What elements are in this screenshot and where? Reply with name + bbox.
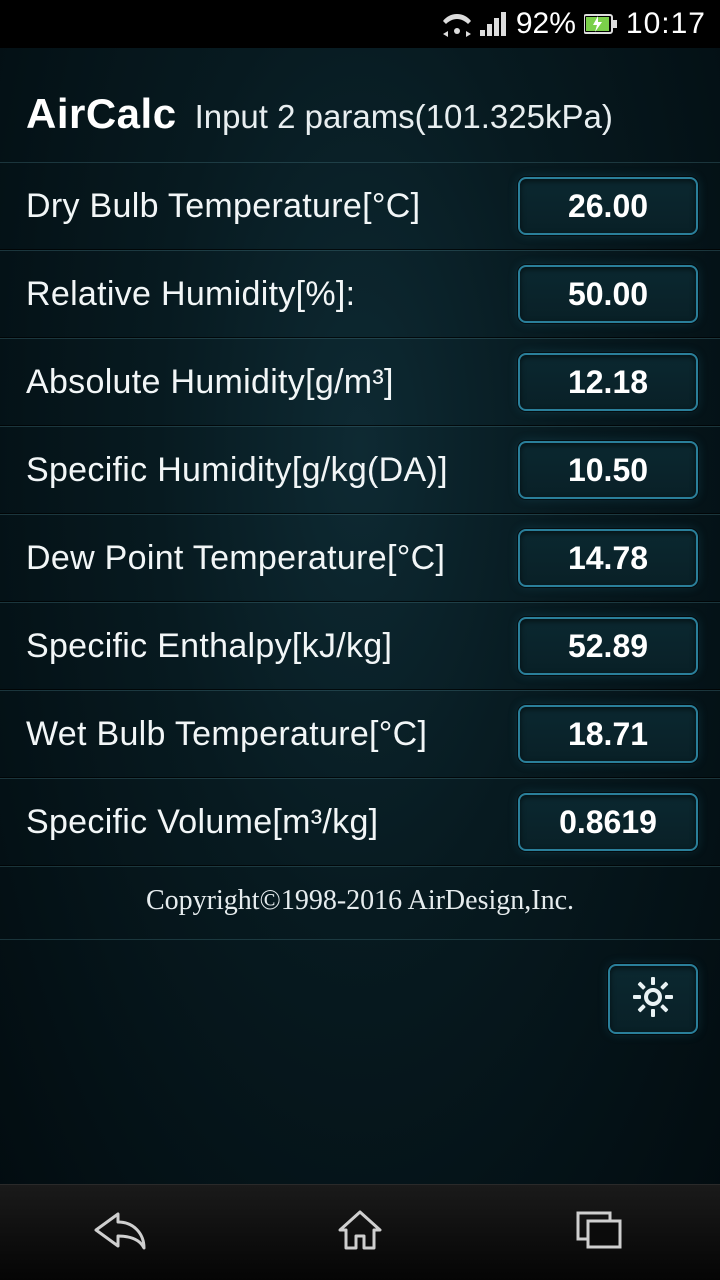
gear-icon xyxy=(631,975,675,1024)
recent-apps-icon xyxy=(574,1209,626,1256)
param-list: Dry Bulb Temperature[°C] 26.00 Relative … xyxy=(0,162,720,866)
row-label: Relative Humidity[%]: xyxy=(26,275,355,314)
back-icon xyxy=(88,1210,152,1255)
row-relative-humidity: Relative Humidity[%]: 50.00 xyxy=(0,250,720,338)
row-label: Specific Volume[m³/kg] xyxy=(26,803,378,842)
row-specific-enthalpy: Specific Enthalpy[kJ/kg] 52.89 xyxy=(0,602,720,690)
value-button-specific-enthalpy[interactable]: 52.89 xyxy=(518,617,698,675)
settings-row xyxy=(0,940,720,1034)
app-title: AirCalc xyxy=(26,90,177,138)
nav-bar xyxy=(0,1184,720,1280)
value-button-relative-humidity[interactable]: 50.00 xyxy=(518,265,698,323)
copyright-text: Copyright©1998-2016 AirDesign,Inc. xyxy=(0,885,720,917)
row-wet-bulb-temp: Wet Bulb Temperature[°C] 18.71 xyxy=(0,690,720,778)
wifi-sync-icon xyxy=(442,11,472,37)
status-bar: 92% 10:17 xyxy=(0,0,720,48)
row-label: Specific Humidity[g/kg(DA)] xyxy=(26,451,448,490)
row-label: Wet Bulb Temperature[°C] xyxy=(26,715,427,754)
row-label: Absolute Humidity[g/m³] xyxy=(26,363,394,402)
row-label: Dry Bulb Temperature[°C] xyxy=(26,187,420,226)
value-button-absolute-humidity[interactable]: 12.18 xyxy=(518,353,698,411)
settings-button[interactable] xyxy=(608,964,698,1034)
header: AirCalc Input 2 params(101.325kPa) xyxy=(0,48,720,162)
nav-home-button[interactable] xyxy=(260,1185,460,1280)
row-absolute-humidity: Absolute Humidity[g/m³] 12.18 xyxy=(0,338,720,426)
header-subtitle: Input 2 params(101.325kPa) xyxy=(195,98,613,136)
nav-recent-button[interactable] xyxy=(500,1185,700,1280)
copyright-bar: Copyright©1998-2016 AirDesign,Inc. xyxy=(0,866,720,940)
battery-percent: 92% xyxy=(516,7,576,41)
nav-back-button[interactable] xyxy=(20,1185,220,1280)
row-label: Specific Enthalpy[kJ/kg] xyxy=(26,627,392,666)
row-specific-humidity: Specific Humidity[g/kg(DA)] 10.50 xyxy=(0,426,720,514)
signal-icon xyxy=(480,12,508,36)
value-button-specific-volume[interactable]: 0.8619 xyxy=(518,793,698,851)
value-button-dew-point-temp[interactable]: 14.78 xyxy=(518,529,698,587)
row-dry-bulb-temp: Dry Bulb Temperature[°C] 26.00 xyxy=(0,162,720,250)
value-button-specific-humidity[interactable]: 10.50 xyxy=(518,441,698,499)
value-button-wet-bulb-temp[interactable]: 18.71 xyxy=(518,705,698,763)
screen: 92% 10:17 AirCalc Input 2 params(101.325… xyxy=(0,0,720,1280)
home-icon xyxy=(336,1208,384,1257)
row-specific-volume: Specific Volume[m³/kg] 0.8619 xyxy=(0,778,720,866)
value-button-dry-bulb-temp[interactable]: 26.00 xyxy=(518,177,698,235)
row-label: Dew Point Temperature[°C] xyxy=(26,539,445,578)
status-time: 10:17 xyxy=(626,7,706,41)
battery-icon xyxy=(584,13,618,35)
row-dew-point-temp: Dew Point Temperature[°C] 14.78 xyxy=(0,514,720,602)
